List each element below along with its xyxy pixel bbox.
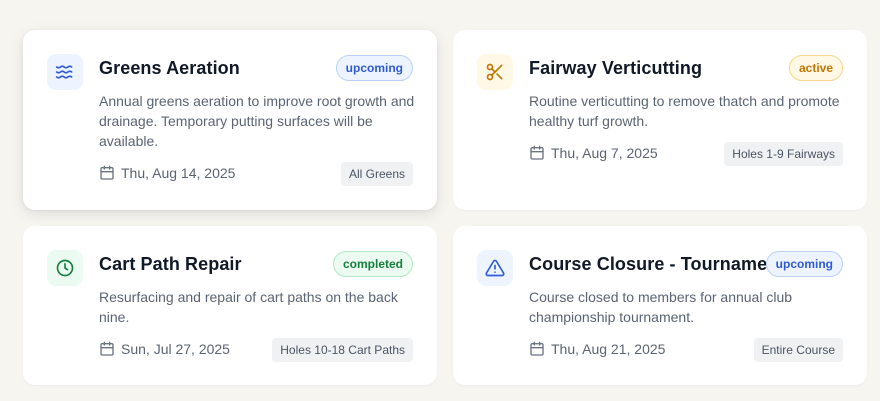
card-date: Thu, Aug 7, 2025 [529, 145, 658, 161]
location-tag: Holes 10-18 Cart Paths [272, 338, 413, 362]
maintenance-card[interactable]: Cart Path Repair completed Resurfacing a… [23, 226, 437, 385]
maintenance-card-grid: Greens Aeration upcoming Annual greens a… [0, 0, 880, 401]
card-description: Annual greens aeration to improve root g… [99, 93, 415, 149]
waves-icon [47, 54, 83, 90]
status-badge: upcoming [335, 55, 413, 81]
maintenance-card[interactable]: Fairway Verticutting active Routine vert… [453, 30, 867, 210]
scissors-icon [477, 54, 513, 90]
maintenance-card[interactable]: Greens Aeration upcoming Annual greens a… [23, 30, 437, 210]
location-tag: All Greens [340, 162, 413, 186]
calendar-icon [100, 341, 114, 356]
card-title: Fairway Verticutting [529, 58, 703, 78]
calendar-icon [530, 341, 544, 356]
date-text: Thu, Aug 14, 2025 [121, 165, 236, 181]
location-tag: Holes 1-9 Fairways [724, 142, 843, 166]
calendar-icon [100, 165, 114, 180]
card-description: Routine verticutting to remove thatch an… [529, 93, 840, 129]
card-title: Cart Path Repair [99, 254, 242, 274]
status-badge: upcoming [765, 251, 843, 277]
date-text: Thu, Aug 21, 2025 [551, 341, 666, 357]
card-date: Sun, Jul 27, 2025 [99, 341, 230, 357]
calendar-icon [530, 145, 544, 160]
alert-triangle-icon [477, 250, 513, 286]
location-tag: Entire Course [753, 338, 843, 362]
card-title: Course Closure - Tournament [529, 254, 785, 274]
maintenance-card[interactable]: Course Closure - Tournament upcoming Cou… [453, 226, 867, 385]
card-description: Course closed to members for annual club… [529, 289, 793, 325]
status-badge: completed [332, 251, 413, 277]
date-text: Sun, Jul 27, 2025 [121, 341, 230, 357]
date-text: Thu, Aug 7, 2025 [551, 145, 658, 161]
card-title: Greens Aeration [99, 58, 240, 78]
card-date: Thu, Aug 21, 2025 [529, 341, 665, 357]
card-description: Resurfacing and repair of cart paths on … [99, 289, 398, 325]
clock-icon [47, 250, 83, 286]
status-badge: active [788, 55, 843, 81]
card-date: Thu, Aug 14, 2025 [99, 165, 235, 181]
